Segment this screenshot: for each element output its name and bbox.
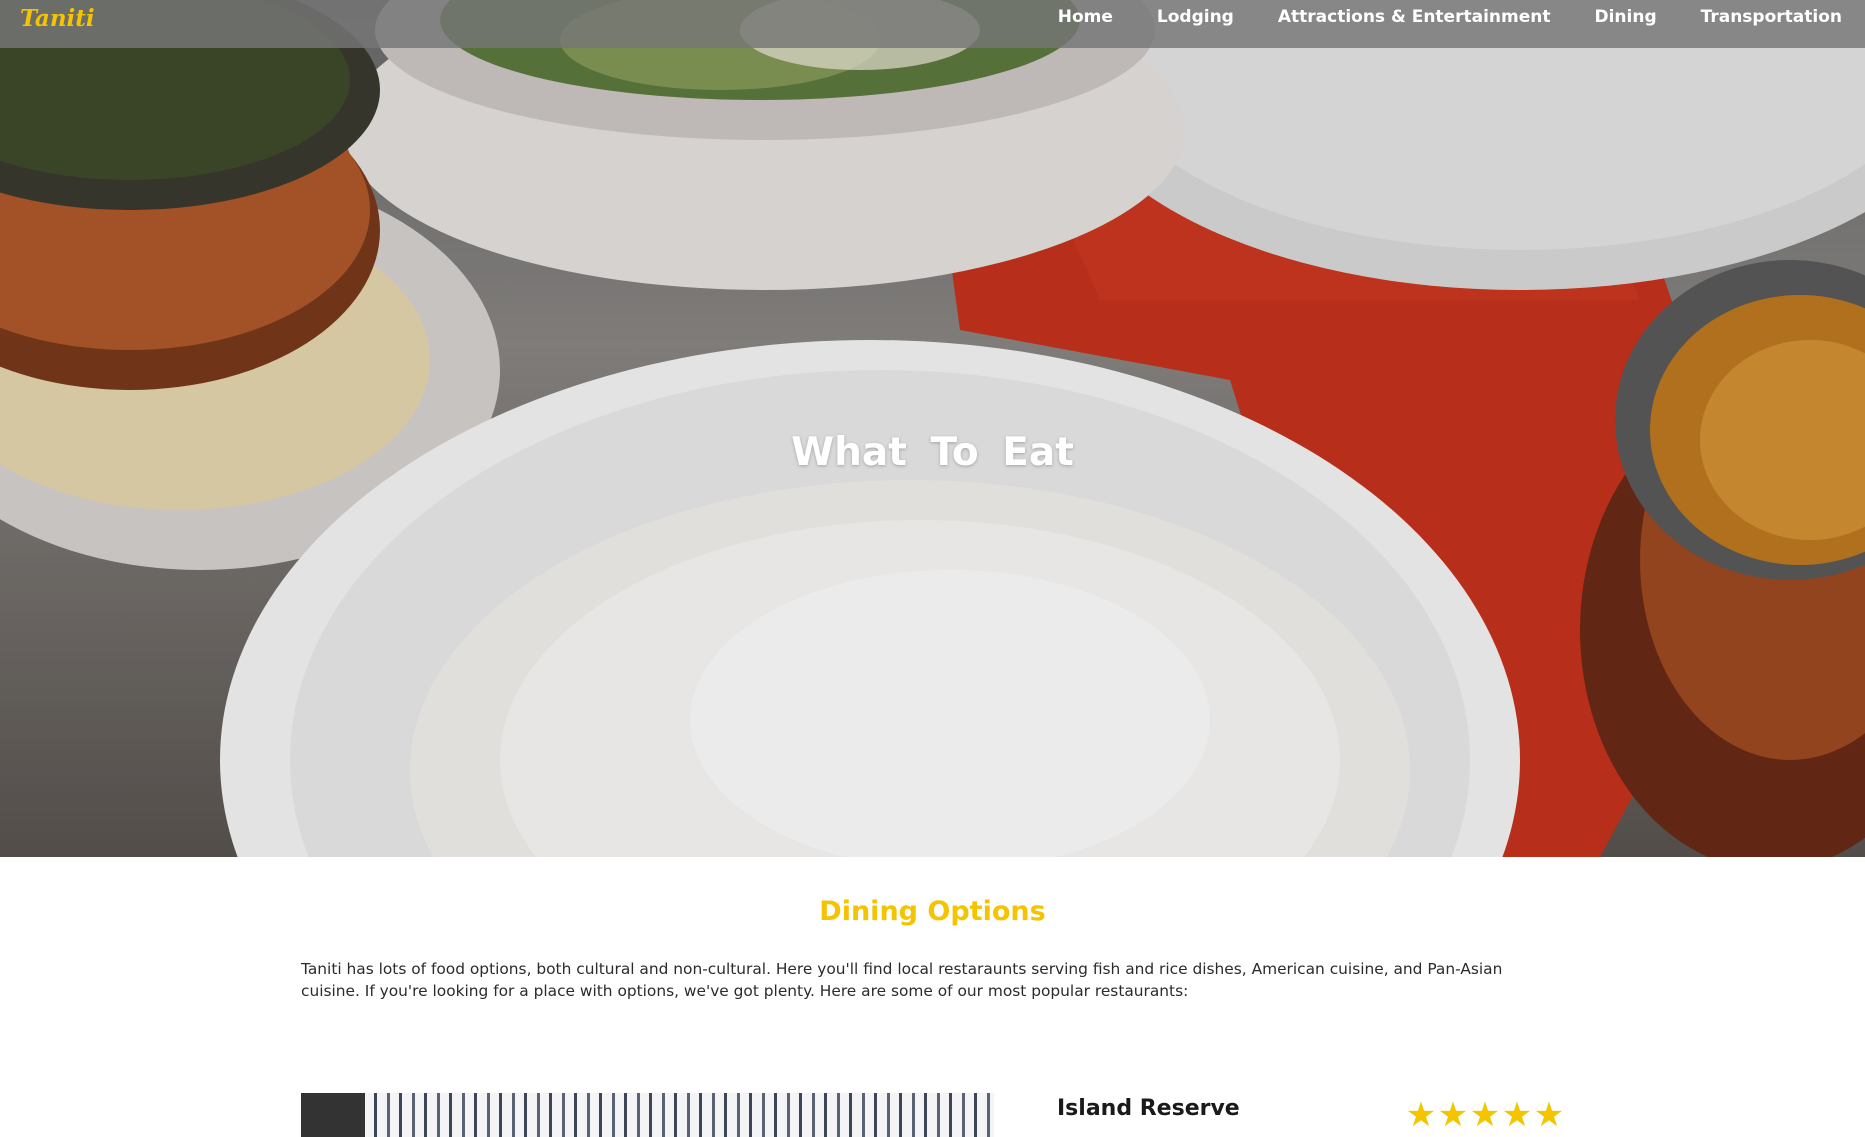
nav-menu: Home Lodging Attractions & Entertainment… [1014,0,1842,34]
star-icon: ★ [1533,1095,1565,1135]
nav-link-home[interactable]: Home [1058,7,1113,27]
hero-banner: What To Eat [0,0,1865,857]
nav-link-lodging[interactable]: Lodging [1157,7,1234,27]
hero-overlay [0,0,1865,857]
nav-link-transportation[interactable]: Transportation [1701,7,1842,27]
star-icon: ★ [1437,1095,1469,1135]
brand-logo[interactable]: Taniti [20,5,95,32]
dining-intro-paragraph: Taniti has lots of food options, both cu… [301,960,1503,1000]
restaurant-name: Island Reserve [1057,1096,1240,1121]
restaurant-rating: ★ ★ ★ ★ ★ [1405,1098,1565,1132]
section-title-dining-options: Dining Options [819,896,1046,927]
restaurant-photo [301,1093,994,1137]
hero-title: What To Eat [791,430,1074,475]
star-icon: ★ [1469,1095,1501,1135]
star-icon: ★ [1501,1095,1533,1135]
star-icon: ★ [1405,1095,1437,1135]
top-navbar: Taniti Home Lodging Attractions & Entert… [0,0,1865,48]
nav-link-dining[interactable]: Dining [1594,7,1656,27]
nav-link-attractions[interactable]: Attractions & Entertainment [1278,7,1551,27]
